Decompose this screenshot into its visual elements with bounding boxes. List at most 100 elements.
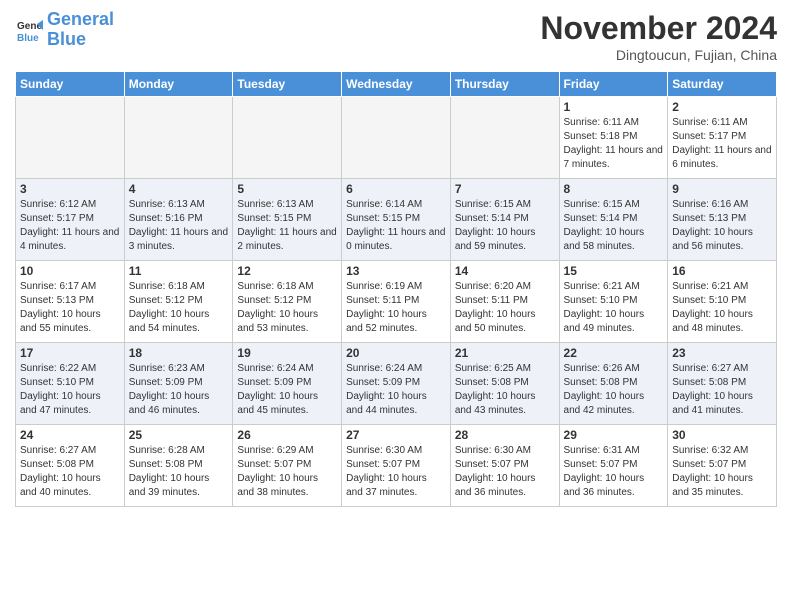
day-number: 21 — [455, 346, 555, 360]
calendar-cell: 8 Sunrise: 6:15 AM Sunset: 5:14 PM Daylig… — [559, 179, 668, 261]
calendar-cell: 13 Sunrise: 6:19 AM Sunset: 5:11 PM Dayli… — [342, 261, 451, 343]
day-info: Sunrise: 6:23 AM Sunset: 5:09 PM Dayligh… — [129, 362, 229, 418]
location: Dingtoucun, Fujian, China — [540, 47, 777, 63]
day-number: 8 — [564, 182, 664, 196]
header-thursday: Thursday — [450, 72, 559, 97]
day-number: 14 — [455, 264, 555, 278]
day-number: 23 — [672, 346, 772, 360]
calendar-cell: 28 Sunrise: 6:30 AM Sunset: 5:07 PM Dayli… — [450, 425, 559, 507]
day-info: Sunrise: 6:24 AM Sunset: 5:09 PM Dayligh… — [237, 362, 337, 418]
day-number: 20 — [346, 346, 446, 360]
calendar-cell: 27Sunrise: 6:30 AM Sunset: 5:07 PM Dayli… — [342, 425, 451, 507]
calendar-cell: 29Sunrise: 6:31 AM Sunset: 5:07 PM Dayli… — [559, 425, 668, 507]
day-number: 27 — [346, 428, 446, 442]
day-info: Sunrise: 6:14 AM Sunset: 5:15 PM Dayligh… — [346, 198, 446, 254]
day-info: Sunrise: 6:11 AM Sunset: 5:17 PM Dayligh… — [672, 116, 772, 172]
header: General Blue General Blue November 2024 … — [15, 10, 777, 63]
header-saturday: Saturday — [668, 72, 777, 97]
day-info: Sunrise: 6:12 AM Sunset: 5:17 PM Dayligh… — [20, 198, 120, 254]
day-info: Sunrise: 6:29 AM Sunset: 5:07 PM Dayligh… — [237, 444, 337, 500]
main-container: General Blue General Blue November 2024 … — [0, 0, 792, 512]
day-info: Sunrise: 6:32 AM Sunset: 5:07 PM Dayligh… — [672, 444, 772, 500]
title-block: November 2024 Dingtoucun, Fujian, China — [540, 10, 777, 63]
day-number: 2 — [672, 100, 772, 114]
day-number: 6 — [346, 182, 446, 196]
calendar-cell — [342, 97, 451, 179]
day-number: 11 — [129, 264, 229, 278]
day-info: Sunrise: 6:15 AM Sunset: 5:14 PM Dayligh… — [455, 198, 555, 254]
day-number: 3 — [20, 182, 120, 196]
calendar-cell: 26 Sunrise: 6:29 AM Sunset: 5:07 PM Dayli… — [233, 425, 342, 507]
calendar-cell: 24Sunrise: 6:27 AM Sunset: 5:08 PM Dayli… — [16, 425, 125, 507]
calendar-cell: 4 Sunrise: 6:13 AM Sunset: 5:16 PM Daylig… — [124, 179, 233, 261]
header-sunday: Sunday — [16, 72, 125, 97]
day-number: 22 — [564, 346, 664, 360]
calendar-cell: 17 Sunrise: 6:22 AM Sunset: 5:10 PM Dayli… — [16, 343, 125, 425]
logo-text: General Blue — [47, 10, 114, 50]
svg-text:Blue: Blue — [17, 33, 39, 44]
calendar-cell: 20 Sunrise: 6:24 AM Sunset: 5:09 PM Dayli… — [342, 343, 451, 425]
calendar-cell — [124, 97, 233, 179]
day-number: 15 — [564, 264, 664, 278]
calendar-week-2: 10Sunrise: 6:17 AM Sunset: 5:13 PM Dayli… — [16, 261, 777, 343]
day-info: Sunrise: 6:11 AM Sunset: 5:18 PM Dayligh… — [564, 116, 664, 172]
calendar-cell: 22Sunrise: 6:26 AM Sunset: 5:08 PM Dayli… — [559, 343, 668, 425]
day-number: 4 — [129, 182, 229, 196]
day-number: 16 — [672, 264, 772, 278]
day-info: Sunrise: 6:20 AM Sunset: 5:11 PM Dayligh… — [455, 280, 555, 336]
calendar-cell: 25 Sunrise: 6:28 AM Sunset: 5:08 PM Dayli… — [124, 425, 233, 507]
calendar-table: Sunday Monday Tuesday Wednesday Thursday… — [15, 71, 777, 507]
day-info: Sunrise: 6:21 AM Sunset: 5:10 PM Dayligh… — [672, 280, 772, 336]
day-info: Sunrise: 6:13 AM Sunset: 5:16 PM Dayligh… — [129, 198, 229, 254]
calendar-cell — [450, 97, 559, 179]
day-number: 19 — [237, 346, 337, 360]
day-number: 1 — [564, 100, 664, 114]
day-number: 26 — [237, 428, 337, 442]
day-number: 13 — [346, 264, 446, 278]
calendar-cell: 14 Sunrise: 6:20 AM Sunset: 5:11 PM Dayli… — [450, 261, 559, 343]
day-number: 7 — [455, 182, 555, 196]
day-info: Sunrise: 6:13 AM Sunset: 5:15 PM Dayligh… — [237, 198, 337, 254]
day-info: Sunrise: 6:21 AM Sunset: 5:10 PM Dayligh… — [564, 280, 664, 336]
day-info: Sunrise: 6:16 AM Sunset: 5:13 PM Dayligh… — [672, 198, 772, 254]
calendar-week-1: 3 Sunrise: 6:12 AM Sunset: 5:17 PM Daylig… — [16, 179, 777, 261]
day-number: 28 — [455, 428, 555, 442]
day-number: 10 — [20, 264, 120, 278]
day-number: 25 — [129, 428, 229, 442]
day-number: 24 — [20, 428, 120, 442]
calendar-cell — [233, 97, 342, 179]
calendar-cell: 30 Sunrise: 6:32 AM Sunset: 5:07 PM Dayli… — [668, 425, 777, 507]
calendar-cell: 2 Sunrise: 6:11 AM Sunset: 5:17 PM Daylig… — [668, 97, 777, 179]
day-number: 30 — [672, 428, 772, 442]
day-info: Sunrise: 6:28 AM Sunset: 5:08 PM Dayligh… — [129, 444, 229, 500]
logo: General Blue General Blue — [15, 10, 114, 50]
calendar-cell — [16, 97, 125, 179]
calendar-cell: 11 Sunrise: 6:18 AM Sunset: 5:12 PM Dayli… — [124, 261, 233, 343]
calendar-cell: 16 Sunrise: 6:21 AM Sunset: 5:10 PM Dayli… — [668, 261, 777, 343]
calendar-cell: 5Sunrise: 6:13 AM Sunset: 5:15 PM Daylig… — [233, 179, 342, 261]
calendar-cell: 10Sunrise: 6:17 AM Sunset: 5:13 PM Dayli… — [16, 261, 125, 343]
calendar-week-0: 1 Sunrise: 6:11 AM Sunset: 5:18 PM Daylig… — [16, 97, 777, 179]
day-info: Sunrise: 6:24 AM Sunset: 5:09 PM Dayligh… — [346, 362, 446, 418]
calendar-cell: 6 Sunrise: 6:14 AM Sunset: 5:15 PM Daylig… — [342, 179, 451, 261]
day-info: Sunrise: 6:15 AM Sunset: 5:14 PM Dayligh… — [564, 198, 664, 254]
day-info: Sunrise: 6:27 AM Sunset: 5:08 PM Dayligh… — [672, 362, 772, 418]
calendar-week-4: 24Sunrise: 6:27 AM Sunset: 5:08 PM Dayli… — [16, 425, 777, 507]
day-info: Sunrise: 6:19 AM Sunset: 5:11 PM Dayligh… — [346, 280, 446, 336]
calendar-cell: 3 Sunrise: 6:12 AM Sunset: 5:17 PM Daylig… — [16, 179, 125, 261]
calendar-header-row: Sunday Monday Tuesday Wednesday Thursday… — [16, 72, 777, 97]
header-tuesday: Tuesday — [233, 72, 342, 97]
day-info: Sunrise: 6:30 AM Sunset: 5:07 PM Dayligh… — [455, 444, 555, 500]
day-number: 12 — [237, 264, 337, 278]
day-info: Sunrise: 6:18 AM Sunset: 5:12 PM Dayligh… — [237, 280, 337, 336]
header-monday: Monday — [124, 72, 233, 97]
calendar-cell: 12 Sunrise: 6:18 AM Sunset: 5:12 PM Dayli… — [233, 261, 342, 343]
day-info: Sunrise: 6:25 AM Sunset: 5:08 PM Dayligh… — [455, 362, 555, 418]
day-info: Sunrise: 6:22 AM Sunset: 5:10 PM Dayligh… — [20, 362, 120, 418]
day-number: 17 — [20, 346, 120, 360]
calendar-cell: 23 Sunrise: 6:27 AM Sunset: 5:08 PM Dayli… — [668, 343, 777, 425]
day-info: Sunrise: 6:31 AM Sunset: 5:07 PM Dayligh… — [564, 444, 664, 500]
calendar-cell: 18Sunrise: 6:23 AM Sunset: 5:09 PM Dayli… — [124, 343, 233, 425]
logo-icon: General Blue — [15, 16, 43, 44]
day-info: Sunrise: 6:18 AM Sunset: 5:12 PM Dayligh… — [129, 280, 229, 336]
